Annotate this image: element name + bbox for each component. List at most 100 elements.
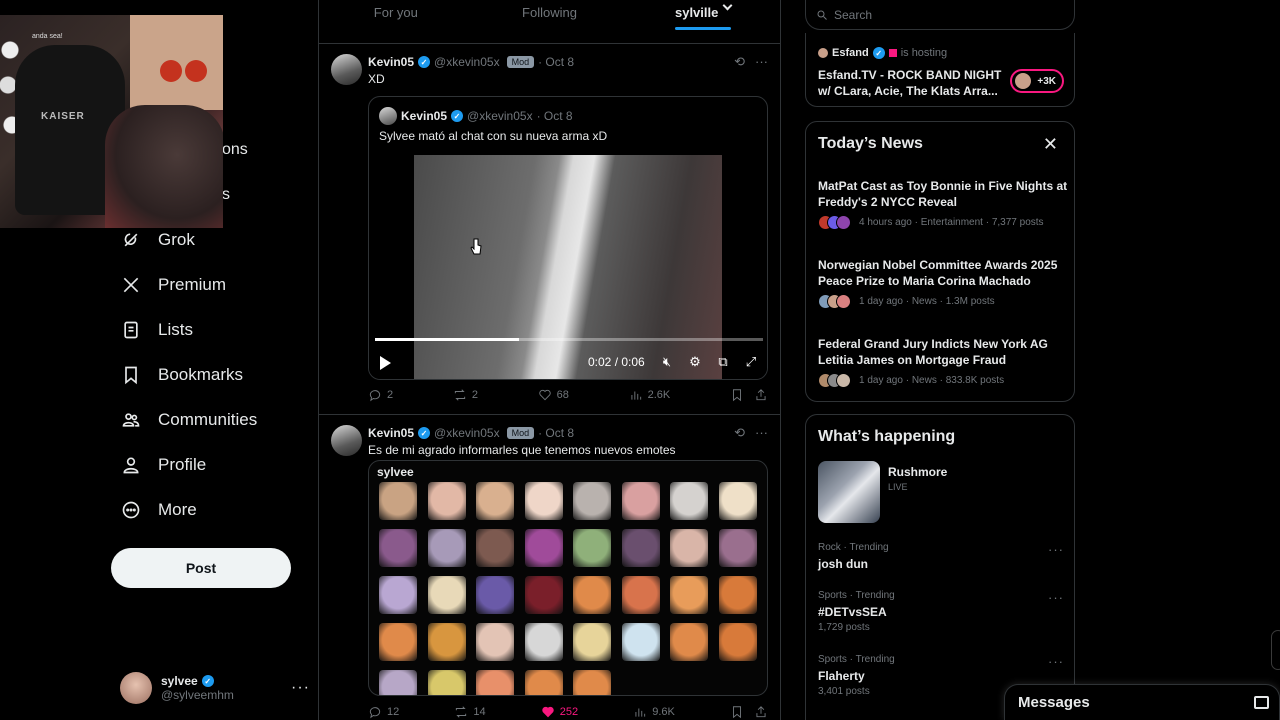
- tab-following[interactable]: Following: [473, 0, 627, 43]
- trend-item[interactable]: Sports · Trending #DETvsSEA 1,729 posts …: [818, 590, 1068, 633]
- nav-item-grok[interactable]: Grok: [120, 223, 195, 257]
- hosting-label: is hosting: [900, 47, 948, 59]
- close-icon[interactable]: ✕: [1043, 134, 1058, 155]
- mute-icon[interactable]: 🔇︎: [659, 354, 675, 370]
- more-options-icon[interactable]: ···: [755, 54, 768, 70]
- nav-label-fragment[interactable]: ons: [222, 141, 248, 159]
- post-header: Kevin05 ✓ @xkevin05x Mod · Oct 8: [368, 55, 574, 69]
- views-chart-icon: [631, 391, 641, 400]
- account-name-row: sylvee ✓: [161, 674, 234, 688]
- reply-button[interactable]: 2: [368, 388, 393, 402]
- news-meta-text: 1 day ago · News · 833.8K posts: [859, 375, 1005, 386]
- picture-in-picture-icon[interactable]: ⧉: [715, 354, 731, 370]
- views-button[interactable]: 2.6K: [629, 388, 670, 402]
- reply-button[interactable]: 12: [368, 705, 399, 719]
- news-headline: Federal Grand Jury Indicts New York AG L…: [818, 337, 1048, 367]
- settings-gear-icon[interactable]: ⚙: [687, 354, 703, 370]
- trend-item[interactable]: Rock · Trending josh dun ···: [818, 542, 1068, 571]
- new-message-icon[interactable]: [1254, 696, 1269, 709]
- share-icon[interactable]: [754, 388, 768, 402]
- news-item[interactable]: MatPat Cast as Toy Bonnie in Five Nights…: [818, 178, 1068, 230]
- share-icon[interactable]: [754, 705, 768, 719]
- video-frame[interactable]: [414, 155, 722, 379]
- author-name[interactable]: Kevin05: [368, 55, 414, 69]
- play-icon[interactable]: [380, 356, 391, 370]
- author-name[interactable]: Kevin05: [368, 426, 414, 440]
- emote-image[interactable]: sylvee: [368, 460, 768, 696]
- post[interactable]: Kevin05 ✓ @xkevin05x Mod · Oct 8 ⟲ ··· X…: [319, 44, 780, 415]
- bookmark-icon[interactable]: [730, 705, 744, 719]
- tab-for-you[interactable]: For you: [319, 0, 473, 43]
- views-button[interactable]: 9.6K: [633, 705, 675, 719]
- live-space-card[interactable]: Esfand ✓ is hosting Esfand.TV - ROCK BAN…: [805, 33, 1075, 107]
- post[interactable]: Kevin05 ✓ @xkevin05x Mod · Oct 8 ⟲ ··· E…: [319, 415, 780, 720]
- emote-thumbnail: [524, 623, 563, 661]
- messages-drawer[interactable]: Messages: [1004, 684, 1280, 720]
- tab-sylville[interactable]: sylville: [626, 0, 780, 43]
- more-options-icon[interactable]: ···: [1048, 590, 1064, 605]
- emote-thumbnail: [573, 529, 611, 567]
- nav-item-profile[interactable]: Profile: [120, 448, 206, 482]
- news-meta: 4 hours ago · Entertainment · 7,377 post…: [818, 215, 1068, 230]
- mod-badge: Mod: [506, 56, 535, 68]
- news-item[interactable]: Norwegian Nobel Committee Awards 2025 Pe…: [818, 257, 1068, 309]
- news-item[interactable]: Federal Grand Jury Indicts New York AG L…: [818, 336, 1068, 388]
- featured-thumbnail[interactable]: [818, 461, 880, 523]
- nav-item-more[interactable]: More: [120, 493, 197, 527]
- repost-icon: [454, 389, 465, 401]
- listeners-pill[interactable]: +3K: [1010, 69, 1064, 93]
- nav-label-fragment[interactable]: s: [222, 186, 230, 204]
- nav-item-label: Grok: [158, 230, 195, 249]
- nav-item-lists[interactable]: Lists: [120, 313, 193, 347]
- emote-thumbnail: [476, 482, 514, 520]
- search-placeholder: Search: [834, 7, 873, 22]
- author-handle: @xkevin05x: [467, 109, 533, 123]
- more-options-icon[interactable]: ···: [1048, 654, 1064, 669]
- search-input[interactable]: Search: [805, 0, 1075, 30]
- scroll-handle[interactable]: [1271, 630, 1280, 670]
- heart-filled-icon: [542, 706, 554, 718]
- avatar-stack: [818, 294, 851, 309]
- avatar[interactable]: [331, 54, 362, 85]
- tab-label: sylville: [674, 5, 719, 20]
- video-progress-bar[interactable]: [375, 338, 763, 341]
- mouse-cursor-icon: [470, 238, 482, 255]
- more-options-icon[interactable]: ···: [755, 425, 768, 441]
- heart-icon: [538, 389, 551, 401]
- repost-button[interactable]: 2: [453, 388, 478, 402]
- like-button[interactable]: 68: [538, 388, 569, 402]
- video-player[interactable]: 0:02 / 0:06 🔇︎ ⚙ ⧉ ⤢: [369, 155, 767, 379]
- tab-label: Following: [522, 5, 577, 20]
- video-controls: 0:02 / 0:06 🔇︎ ⚙ ⧉ ⤢: [369, 353, 767, 373]
- repost-icon: [456, 706, 467, 718]
- nav-item-bookmarks[interactable]: Bookmarks: [120, 358, 243, 392]
- grok-icon[interactable]: ⟲: [734, 54, 745, 70]
- like-button[interactable]: 252: [541, 705, 578, 719]
- pumpkin: [185, 60, 207, 82]
- news-headline: Norwegian Nobel Committee Awards 2025 Pe…: [818, 258, 1058, 288]
- more-options-icon[interactable]: ···: [291, 679, 310, 697]
- fullscreen-icon[interactable]: ⤢: [743, 354, 759, 370]
- emote-thumbnail: [379, 482, 417, 520]
- nav-item-communities[interactable]: Communities: [120, 403, 257, 437]
- nav-item-label: Communities: [158, 410, 258, 429]
- repost-button[interactable]: 14: [454, 705, 486, 719]
- like-count: 252: [559, 706, 579, 718]
- grok-icon[interactable]: ⟲: [734, 425, 745, 441]
- emote-thumbnail: [379, 576, 417, 614]
- quoted-post[interactable]: Kevin05 ✓ @xkevin05x · Oct 8 Sylvee mató…: [368, 96, 768, 380]
- author-handle[interactable]: @xkevin05x: [434, 55, 500, 69]
- post-button[interactable]: Post: [111, 548, 291, 588]
- featured-name[interactable]: Rushmore: [888, 465, 947, 479]
- nav-item-label: More: [158, 500, 197, 519]
- nav-item-premium[interactable]: Premium: [120, 268, 226, 302]
- reply-count: 12: [387, 706, 400, 718]
- emote-thumbnail: [670, 576, 708, 614]
- more-options-icon[interactable]: ···: [1048, 542, 1064, 557]
- account-switcher[interactable]: sylvee ✓ @sylveemhm ···: [120, 670, 310, 706]
- bookmark-icon[interactable]: [730, 388, 744, 402]
- avatar[interactable]: [331, 425, 362, 456]
- post-date[interactable]: · Oct 8: [538, 55, 574, 69]
- post-date[interactable]: · Oct 8: [538, 426, 574, 440]
- author-handle[interactable]: @xkevin05x: [434, 426, 500, 440]
